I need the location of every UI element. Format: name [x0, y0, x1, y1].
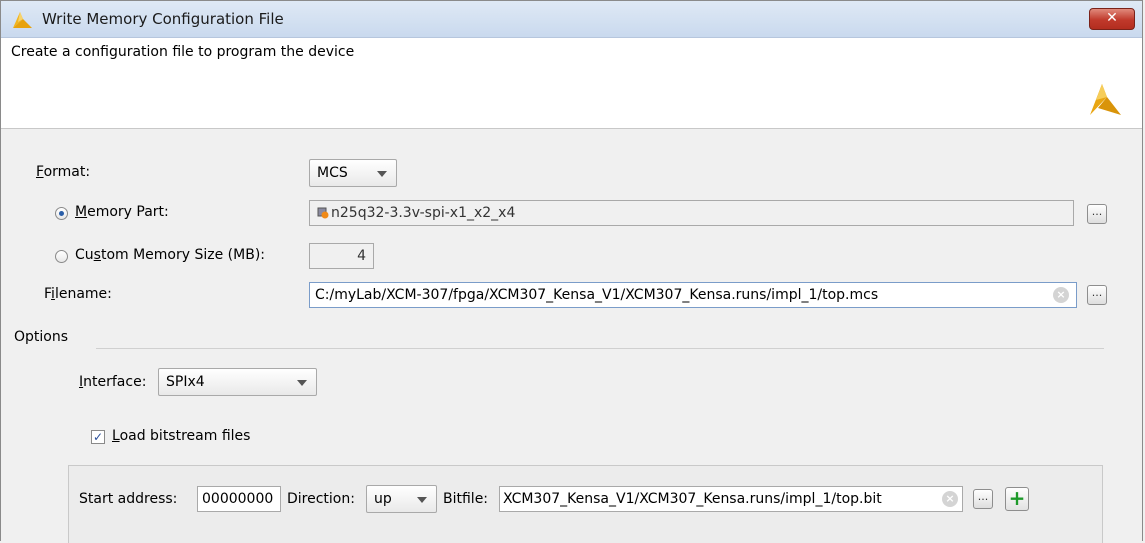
interface-label: Interface: — [79, 374, 147, 390]
chevron-down-icon — [417, 497, 427, 503]
options-divider — [96, 348, 1104, 349]
custom-memory-size-field[interactable]: 4 — [309, 243, 374, 269]
load-bitstream-label[interactable]: Load bitstream files — [112, 428, 250, 444]
vivado-header-logo-icon — [1090, 84, 1121, 115]
title-bar[interactable]: Write Memory Configuration File ✕ — [1, 1, 1142, 38]
filename-browse-button[interactable]: ... — [1087, 285, 1107, 305]
interface-dropdown[interactable]: SPIx4 — [158, 368, 317, 396]
chevron-down-icon — [377, 171, 387, 177]
clear-bitfile-icon[interactable]: × — [942, 491, 958, 507]
custom-memory-radio[interactable] — [55, 250, 68, 263]
vivado-logo-icon — [13, 12, 32, 28]
format-dropdown[interactable]: MCS — [309, 159, 397, 187]
add-bitfile-icon[interactable]: + — [1005, 487, 1029, 511]
dialog-description: Create a configuration file to program t… — [11, 44, 355, 60]
filename-value: C:/myLab/XCM-307/fpga/XCM307_Kensa_V1/XC… — [315, 287, 879, 303]
chevron-down-icon — [297, 380, 307, 386]
filename-label: Filename: — [44, 286, 112, 302]
direction-dropdown[interactable]: up — [366, 485, 437, 513]
load-bitstream-checkbox[interactable]: ✓ — [91, 430, 105, 444]
format-value: MCS — [317, 165, 348, 181]
direction-value: up — [374, 491, 392, 507]
interface-value: SPIx4 — [166, 374, 205, 390]
start-address-label: Start address: — [79, 491, 178, 507]
bitfile-input[interactable]: XCM307_Kensa_V1/XCM307_Kensa.runs/impl_1… — [499, 486, 963, 512]
memory-part-label[interactable]: Memory Part: — [75, 204, 169, 220]
custom-memory-label[interactable]: Custom Memory Size (MB): — [75, 247, 265, 263]
close-button[interactable]: ✕ — [1089, 8, 1135, 30]
window-title: Write Memory Configuration File — [42, 10, 284, 28]
start-address-input[interactable]: 00000000 — [197, 486, 281, 512]
filename-input[interactable]: C:/myLab/XCM-307/fpga/XCM307_Kensa_V1/XC… — [309, 282, 1077, 308]
dialog-header: Create a configuration file to program t… — [1, 38, 1142, 129]
dialog-window: Write Memory Configuration File ✕ Create… — [0, 0, 1143, 543]
clear-filename-icon[interactable]: × — [1053, 287, 1069, 303]
bitfile-browse-button[interactable]: ... — [973, 489, 993, 509]
format-label: Format: — [36, 164, 91, 180]
memory-part-browse-button[interactable]: ... — [1087, 204, 1107, 224]
memory-part-radio[interactable] — [55, 207, 68, 220]
options-section-title: Options — [14, 329, 69, 345]
chip-icon — [317, 207, 329, 219]
direction-label: Direction: — [287, 491, 355, 507]
bitfile-label: Bitfile: — [443, 491, 489, 507]
memory-part-field[interactable]: n25q32-3.3v-spi-x1_x2_x4 — [309, 200, 1074, 226]
bitfile-value: XCM307_Kensa_V1/XCM307_Kensa.runs/impl_1… — [503, 491, 882, 507]
memory-part-value: n25q32-3.3v-spi-x1_x2_x4 — [331, 205, 516, 221]
